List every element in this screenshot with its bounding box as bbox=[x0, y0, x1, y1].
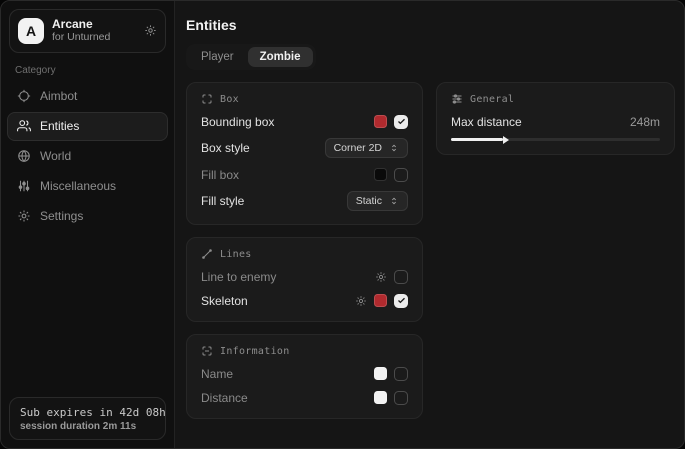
crosshair-icon bbox=[17, 89, 31, 103]
setting-row: Line to enemy bbox=[201, 269, 408, 284]
chevrons-updown-icon bbox=[389, 143, 399, 153]
sidebar-item-miscellaneous[interactable]: Miscellaneous bbox=[7, 172, 168, 201]
info-scan-icon bbox=[201, 345, 213, 357]
app-subtitle: for Unturned bbox=[52, 31, 136, 44]
gear-icon[interactable] bbox=[375, 271, 387, 283]
fill-style-select[interactable]: Static bbox=[347, 191, 408, 211]
card-title: General bbox=[470, 94, 514, 105]
session-duration-text: session duration 2m 11s bbox=[20, 421, 155, 432]
entity-tabs: Player Zombie bbox=[186, 44, 316, 70]
slider-value: 248m bbox=[630, 115, 660, 129]
setting-row: Name bbox=[201, 366, 408, 381]
checkbox[interactable] bbox=[394, 115, 408, 129]
sidebar-item-settings[interactable]: Settings bbox=[7, 202, 168, 231]
sidebar-item-entities[interactable]: Entities bbox=[7, 112, 168, 141]
color-swatch[interactable] bbox=[374, 168, 387, 181]
sidebar-nav: Aimbot Entities World Miscellaneous Sett… bbox=[1, 82, 174, 231]
app-logo: A bbox=[18, 18, 44, 44]
setting-row: Fill box bbox=[201, 167, 408, 182]
checkbox[interactable] bbox=[394, 168, 408, 182]
diagonal-line-icon bbox=[201, 248, 213, 260]
checkbox[interactable] bbox=[394, 294, 408, 308]
box-corners-icon bbox=[201, 93, 213, 105]
users-icon bbox=[17, 119, 31, 133]
sub-expiry-text: Sub expires in 42d 08h bbox=[20, 406, 155, 419]
color-swatch[interactable] bbox=[374, 367, 387, 380]
sidebar-item-label: Settings bbox=[40, 209, 83, 223]
setting-row: Distance bbox=[201, 390, 408, 405]
setting-row: Skeleton bbox=[201, 293, 408, 308]
card-title: Lines bbox=[220, 249, 252, 260]
chevrons-updown-icon bbox=[389, 196, 399, 206]
sliders-vertical-icon bbox=[17, 179, 31, 193]
slider-fill bbox=[451, 138, 503, 141]
box-card: Box Bounding box Box style Corner 2D bbox=[186, 82, 423, 225]
setting-label: Fill style bbox=[201, 194, 244, 208]
setting-row: Bounding box bbox=[201, 114, 408, 129]
color-swatch[interactable] bbox=[374, 115, 387, 128]
setting-label: Distance bbox=[201, 391, 248, 405]
color-swatch[interactable] bbox=[374, 391, 387, 404]
brand-card: A Arcane for Unturned bbox=[9, 9, 166, 53]
setting-label: Box style bbox=[201, 141, 250, 155]
setting-label: Fill box bbox=[201, 168, 239, 182]
app-name: Arcane bbox=[52, 17, 136, 31]
sidebar-item-label: World bbox=[40, 149, 71, 163]
max-distance-slider[interactable] bbox=[451, 138, 660, 141]
sidebar-item-label: Miscellaneous bbox=[40, 179, 116, 193]
sidebar-item-world[interactable]: World bbox=[7, 142, 168, 171]
main-content: Entities Player Zombie Box Bounding box bbox=[175, 1, 684, 448]
general-card: General Max distance 248m bbox=[436, 82, 675, 155]
sidebar: A Arcane for Unturned Category Aimbot En… bbox=[1, 1, 175, 448]
setting-label: Bounding box bbox=[201, 115, 274, 129]
app-window: A Arcane for Unturned Category Aimbot En… bbox=[0, 0, 685, 449]
subscription-card: Sub expires in 42d 08h session duration … bbox=[9, 397, 166, 440]
card-title: Information bbox=[220, 346, 290, 357]
gear-icon[interactable] bbox=[144, 24, 157, 37]
setting-label: Line to enemy bbox=[201, 270, 276, 284]
sidebar-item-aimbot[interactable]: Aimbot bbox=[7, 82, 168, 111]
sliders-horizontal-icon bbox=[451, 93, 463, 105]
slider-label: Max distance bbox=[451, 115, 522, 129]
category-label: Category bbox=[15, 65, 160, 76]
globe-icon bbox=[17, 149, 31, 163]
box-style-select[interactable]: Corner 2D bbox=[325, 138, 408, 158]
checkbox[interactable] bbox=[394, 270, 408, 284]
color-swatch[interactable] bbox=[374, 294, 387, 307]
card-title: Box bbox=[220, 94, 239, 105]
lines-card: Lines Line to enemy Skeleton bbox=[186, 237, 423, 322]
page-title: Entities bbox=[186, 17, 671, 33]
sidebar-item-label: Aimbot bbox=[40, 89, 77, 103]
checkbox[interactable] bbox=[394, 391, 408, 405]
sidebar-item-label: Entities bbox=[40, 119, 79, 133]
select-value: Static bbox=[356, 195, 382, 207]
setting-row: Fill style Static bbox=[201, 191, 408, 211]
tab-player[interactable]: Player bbox=[189, 47, 246, 67]
gear-icon bbox=[17, 209, 31, 223]
setting-label: Skeleton bbox=[201, 294, 248, 308]
setting-row: Box style Corner 2D bbox=[201, 138, 408, 158]
information-card: Information Name Distance bbox=[186, 334, 423, 419]
select-value: Corner 2D bbox=[334, 142, 382, 154]
tab-zombie[interactable]: Zombie bbox=[248, 47, 313, 67]
checkbox[interactable] bbox=[394, 367, 408, 381]
gear-icon[interactable] bbox=[355, 295, 367, 307]
setting-label: Name bbox=[201, 367, 233, 381]
